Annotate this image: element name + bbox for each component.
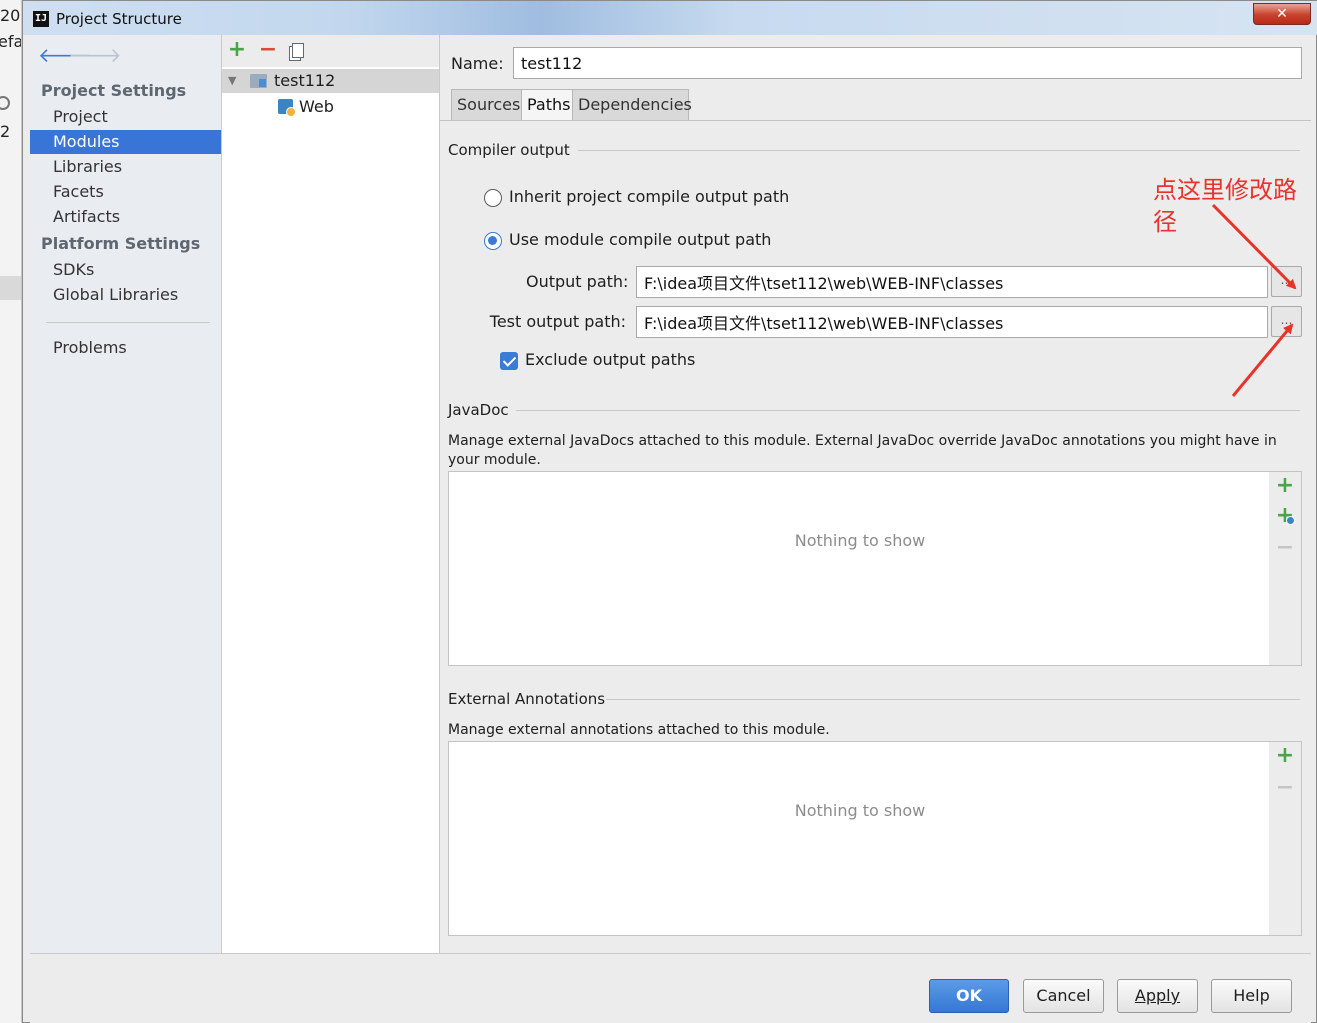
javadoc-title: JavaDoc (448, 401, 509, 419)
sidebar-item-artifacts[interactable]: Artifacts (30, 205, 221, 229)
exclude-output-label[interactable]: Exclude output paths (525, 350, 695, 369)
facet-name-label: Web (299, 97, 334, 116)
sidebar-item-sdks[interactable]: SDKs (30, 258, 221, 282)
forward-arrow-icon[interactable]: 🡒 (68, 45, 122, 65)
ok-button[interactable]: OK (929, 979, 1009, 1013)
remove-javadoc-icon[interactable]: − (1275, 537, 1295, 559)
tree-node-web-facet[interactable]: Web (222, 95, 439, 119)
sidebar-item-facets[interactable]: Facets (30, 180, 221, 204)
back-arrow-icon[interactable]: 🡐 (38, 45, 92, 65)
sidebar-item-global-libraries[interactable]: Global Libraries (30, 283, 221, 307)
intellij-icon: IJ (33, 11, 49, 27)
browse-output-path-button[interactable]: … (1271, 266, 1302, 297)
dialog-body: 🡐 🡒 Project Settings Project Modules Lib… (30, 35, 1311, 1023)
browse-test-output-path-button[interactable]: … (1271, 306, 1302, 337)
background-text: 20 (0, 6, 21, 25)
test-output-path-label: Test output path: (489, 312, 626, 331)
sidebar-divider (46, 322, 210, 323)
external-annotations-description: Manage external annotations attached to … (448, 722, 830, 738)
add-javadoc-icon[interactable]: + (1275, 475, 1295, 497)
use-module-output-radio[interactable] (484, 232, 502, 250)
exclude-output-checkbox[interactable] (500, 352, 518, 370)
platform-settings-heading: Platform Settings (41, 234, 201, 253)
javadoc-list[interactable]: Nothing to show (448, 471, 1270, 666)
javadoc-description: Manage external JavaDocs attached to thi… (448, 433, 1277, 468)
tab-dependencies[interactable]: Dependencies (572, 89, 692, 121)
section-divider (578, 150, 1300, 151)
help-button[interactable]: Help (1211, 979, 1292, 1013)
output-path-input[interactable] (636, 266, 1268, 298)
module-folder-icon (250, 74, 267, 88)
section-divider (516, 410, 1300, 411)
javadoc-empty-text: Nothing to show (794, 531, 926, 550)
use-module-output-label[interactable]: Use module compile output path (509, 230, 771, 249)
test-output-path-input[interactable] (636, 306, 1268, 338)
apply-button[interactable]: Apply (1117, 979, 1198, 1013)
module-tree-panel: + − ▼ test112 Web (222, 35, 440, 953)
add-annotation-icon[interactable]: + (1275, 745, 1295, 767)
tab-paths[interactable]: Paths (521, 89, 573, 121)
tree-toolbar: + − (222, 35, 439, 67)
background-window: 20 efa 2 (0, 0, 22, 1023)
name-label: Name: (451, 54, 504, 73)
title-bar[interactable]: IJ Project Structure ✕ (23, 1, 1317, 35)
background-text: 2 (0, 122, 11, 141)
sidebar-item-modules[interactable]: Modules (30, 130, 221, 154)
add-javadoc-url-icon[interactable]: + (1275, 505, 1295, 527)
remove-annotation-icon[interactable]: − (1275, 777, 1295, 799)
project-settings-heading: Project Settings (41, 81, 187, 100)
compiler-output-title: Compiler output (448, 141, 570, 159)
sidebar-item-libraries[interactable]: Libraries (30, 155, 221, 179)
tree-node-module[interactable]: ▼ test112 (222, 69, 439, 93)
sidebar-item-problems[interactable]: Problems (30, 336, 221, 360)
module-detail-panel: Name: Sources Paths Dependencies Compile… (440, 35, 1311, 953)
paths-tab-panel: Compiler output Inherit project compile … (440, 120, 1311, 953)
external-annotations-title: External Annotations (448, 690, 606, 708)
inherit-output-radio[interactable] (484, 189, 502, 207)
dialog-footer: OK Cancel Apply Help (30, 953, 1311, 1023)
settings-sidebar: 🡐 🡒 Project Settings Project Modules Lib… (30, 35, 222, 953)
background-text: efa (0, 32, 22, 51)
output-path-label: Output path: (526, 272, 629, 291)
tab-sources[interactable]: Sources (451, 89, 522, 121)
annotation-text: 点这里修改路径 (1153, 176, 1297, 236)
project-structure-dialog: IJ Project Structure ✕ 🡐 🡒 Project Setti… (22, 0, 1317, 1023)
inherit-output-label[interactable]: Inherit project compile output path (509, 187, 789, 206)
close-button[interactable]: ✕ (1253, 3, 1311, 25)
external-annotations-toolbar: + − (1269, 741, 1302, 936)
background-band (0, 276, 21, 300)
external-annotations-empty-text: Nothing to show (794, 801, 926, 820)
module-name-label: test112 (274, 71, 336, 90)
add-module-icon[interactable]: + (227, 39, 247, 62)
copy-module-icon[interactable] (288, 40, 308, 62)
collapse-caret-icon[interactable]: ▼ (228, 69, 236, 93)
sidebar-item-project[interactable]: Project (30, 105, 221, 129)
remove-module-icon[interactable]: − (258, 39, 278, 62)
module-name-input[interactable] (513, 47, 1302, 79)
javadoc-toolbar: + + − (1269, 471, 1302, 666)
window-title: Project Structure (56, 10, 182, 28)
web-facet-icon (278, 99, 296, 117)
external-annotations-list[interactable]: Nothing to show (448, 741, 1270, 936)
section-divider (606, 699, 1300, 700)
settings-icon (0, 96, 10, 110)
cancel-button[interactable]: Cancel (1023, 979, 1104, 1013)
